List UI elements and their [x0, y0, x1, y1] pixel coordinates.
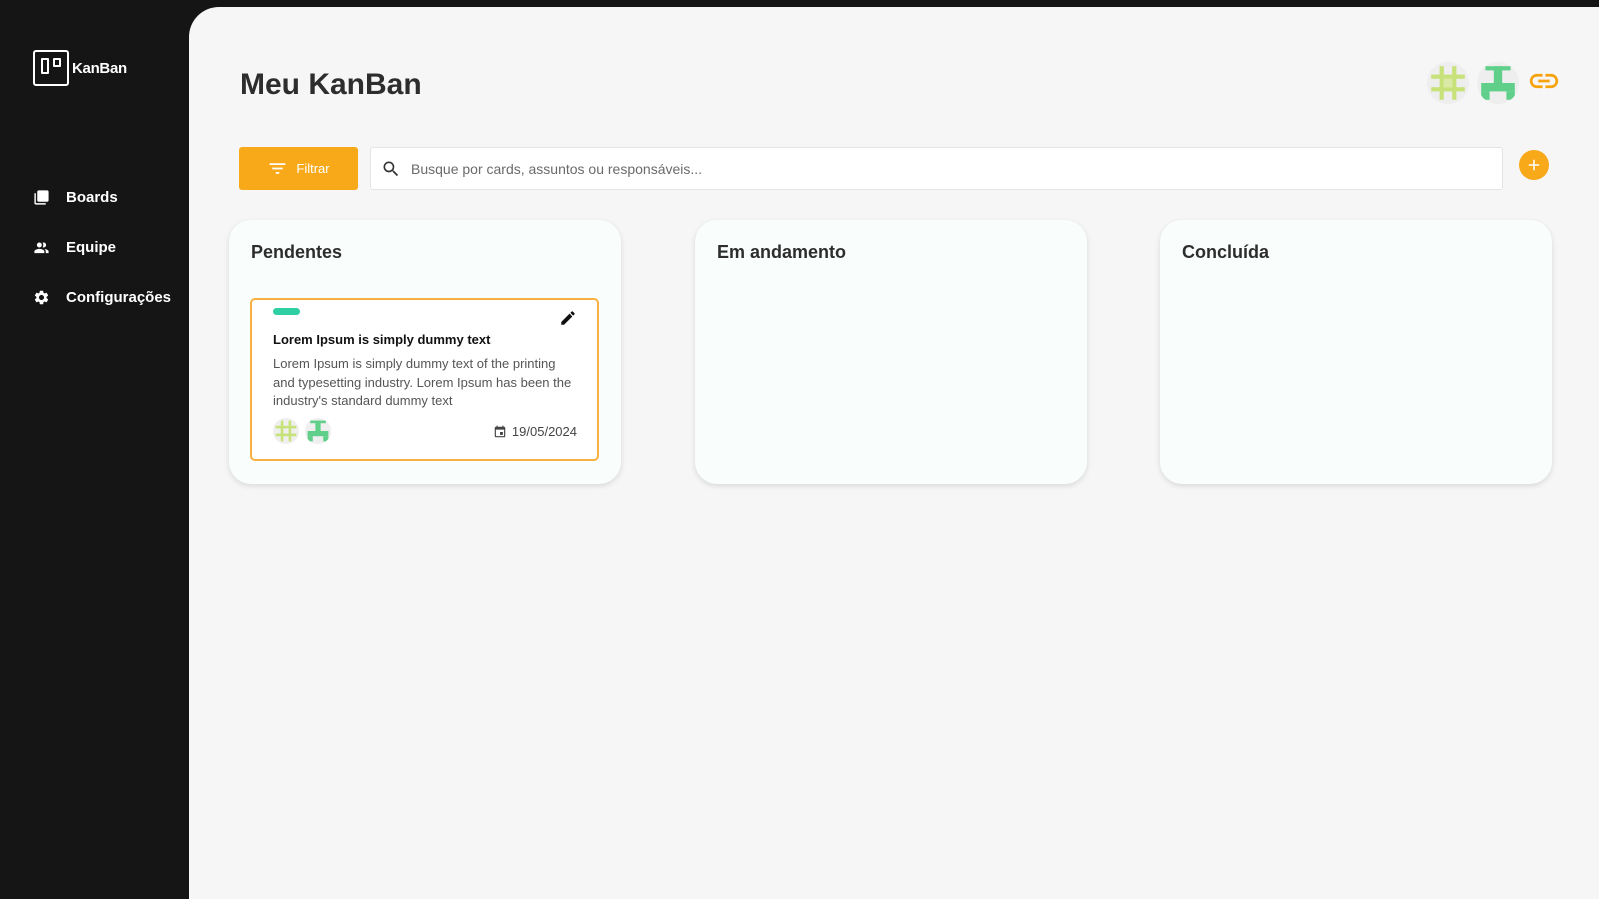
- search-bar: [370, 147, 1503, 190]
- column-title: Pendentes: [251, 242, 343, 262]
- green-pattern-avatar-icon: [305, 418, 331, 444]
- add-card-button[interactable]: [1519, 150, 1549, 180]
- column-pendentes: Pendentes Lorem Ipsum is simply dummy te…: [229, 220, 621, 484]
- search-icon: [383, 161, 399, 176]
- filter-icon: [270, 163, 286, 174]
- yellow-green-pattern-avatar-icon: [273, 418, 299, 444]
- assignee-avatar[interactable]: [273, 418, 299, 444]
- sidebar-item-boards[interactable]: Boards: [33, 172, 171, 222]
- card-description: Lorem Ipsum is simply dummy text of the …: [273, 356, 572, 408]
- card-title: Lorem Ipsum is simply dummy text: [273, 332, 491, 347]
- green-pattern-avatar-icon: [1477, 62, 1519, 104]
- sidebar-item-equipe[interactable]: Equipe: [33, 222, 171, 272]
- main-content: Meu KanBan Filtrar Busque por cards, ass…: [189, 7, 1599, 899]
- logo-text: KanBan: [72, 59, 127, 77]
- yellow-green-pattern-avatar-icon: [1427, 62, 1469, 104]
- assignee-avatar[interactable]: [305, 418, 331, 444]
- calendar-icon: [494, 425, 506, 437]
- pencil-icon[interactable]: [559, 309, 577, 327]
- card-tag: [273, 308, 300, 315]
- gear-icon: [34, 290, 49, 304]
- board-members: [1427, 62, 1561, 104]
- page-title: Meu KanBan: [240, 68, 422, 101]
- boards-icon: [34, 189, 49, 205]
- task-card[interactable]: Lorem Ipsum is simply dummy text Lorem I…: [250, 298, 599, 461]
- plus-icon: [1528, 159, 1540, 171]
- filter-button[interactable]: Filtrar: [239, 147, 358, 190]
- search-input[interactable]: [411, 160, 1502, 177]
- filter-label: Filtrar: [296, 161, 330, 176]
- sidebar-item-label: Boards: [66, 188, 118, 206]
- kanban-logo-icon: [33, 50, 69, 86]
- column-concluida: Concluída: [1160, 220, 1552, 484]
- due-date-text: 19/05/2024: [511, 424, 577, 439]
- column-em-andamento: Em andamento: [695, 220, 1087, 484]
- member-avatar[interactable]: [1477, 62, 1519, 104]
- card-assignees: [273, 418, 331, 444]
- sidebar-item-label: Equipe: [66, 238, 117, 256]
- sidebar-item-configuracoes[interactable]: Configurações: [33, 272, 171, 322]
- sidebar-nav: Boards Equipe Configurações: [33, 172, 171, 322]
- column-title: Em andamento: [717, 242, 847, 262]
- app-logo[interactable]: KanBan: [33, 50, 127, 86]
- card-due-date: 19/05/2024: [493, 424, 577, 439]
- team-icon: [34, 242, 49, 253]
- column-title: Concluída: [1182, 242, 1270, 262]
- sidebar: KanBan Boards Equipe Configurações: [0, 0, 189, 899]
- sidebar-item-label: Configurações: [66, 288, 172, 306]
- link-icon[interactable]: [1527, 64, 1561, 103]
- member-avatar[interactable]: [1427, 62, 1469, 104]
